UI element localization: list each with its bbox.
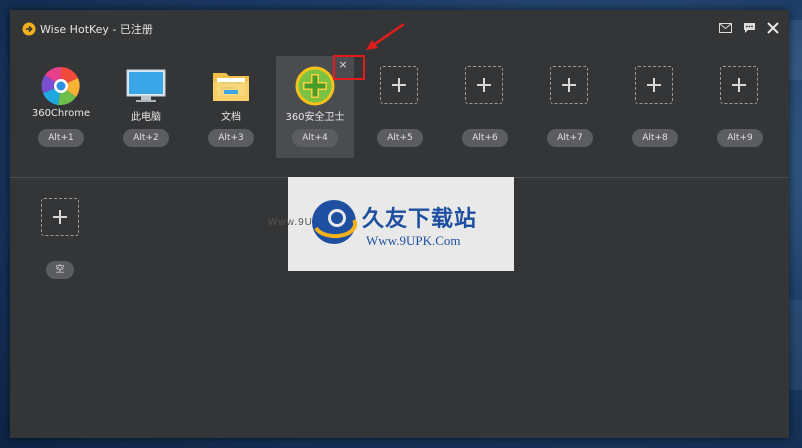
hotkey-slot-9[interactable]: Alt+9 <box>701 56 779 158</box>
add-app-button[interactable] <box>465 66 503 104</box>
plus-icon <box>647 78 661 92</box>
plus-icon <box>732 78 746 92</box>
watermark-logo-icon <box>312 200 358 244</box>
hotkey-badge[interactable]: Alt+8 <box>632 129 678 147</box>
hotkey-slot-5[interactable]: Alt+5 <box>361 56 439 158</box>
hotkey-badge[interactable]: Alt+3 <box>208 129 254 147</box>
hotkey-slot-unassigned[interactable]: 空 <box>22 188 100 288</box>
slot-name: 文档 <box>221 112 241 123</box>
mail-button[interactable] <box>717 20 733 36</box>
add-app-button[interactable] <box>720 66 758 104</box>
hotkey-slot-8[interactable]: Alt+8 <box>616 56 694 158</box>
hotkey-slot-6[interactable]: Alt+6 <box>446 56 524 158</box>
hotkey-row: 360Chrome Alt+1 此电脑 Alt+2 文档 Alt+3 × 360… <box>22 56 782 160</box>
app-logo-icon <box>22 22 36 36</box>
chrome-360-icon <box>41 66 81 106</box>
hotkey-badge[interactable]: Alt+5 <box>377 129 423 147</box>
hotkey-slot-3[interactable]: 文档 Alt+3 <box>192 56 270 158</box>
add-app-button[interactable] <box>41 198 79 236</box>
hotkey-badge[interactable]: Alt+2 <box>123 129 169 147</box>
annotation-highlight-box <box>333 55 365 80</box>
security-guard-icon <box>295 66 335 106</box>
chat-bubble-icon <box>743 23 755 33</box>
annotation-arrow-icon <box>366 22 405 50</box>
add-app-button[interactable] <box>635 66 673 104</box>
feedback-button[interactable] <box>741 20 757 36</box>
close-icon <box>767 22 779 34</box>
hotkey-badge[interactable]: Alt+9 <box>717 129 763 147</box>
hotkey-badge[interactable]: Alt+6 <box>462 129 508 147</box>
plus-icon <box>477 78 491 92</box>
hotkey-badge[interactable]: 空 <box>46 261 74 279</box>
monitor-icon <box>126 66 166 106</box>
watermark-url: Www.9UPK.Com <box>366 233 461 248</box>
add-app-button[interactable] <box>380 66 418 104</box>
watermark-brand: 久友下载站 <box>362 207 478 232</box>
hotkey-badge[interactable]: Alt+1 <box>38 129 84 147</box>
window-title: Wise HotKey - 已注册 <box>40 23 153 36</box>
hotkey-slot-2[interactable]: 此电脑 Alt+2 <box>107 56 185 158</box>
hotkey-slot-7[interactable]: Alt+7 <box>531 56 609 158</box>
add-app-button[interactable] <box>550 66 588 104</box>
mail-icon <box>718 23 732 33</box>
hotkey-badge[interactable]: Alt+4 <box>292 129 338 147</box>
close-button[interactable] <box>765 20 781 36</box>
slot-name: 360Chrome <box>31 108 91 119</box>
slot-name: 此电脑 <box>131 112 161 123</box>
plus-icon <box>392 78 406 92</box>
app-window: Wise HotKey - 已注册 360Chrome Alt+1 此电脑 Al… <box>10 10 789 438</box>
folder-icon <box>211 66 251 106</box>
plus-icon <box>562 78 576 92</box>
plus-icon <box>53 210 67 224</box>
hotkey-slot-1[interactable]: 360Chrome Alt+1 <box>22 56 100 158</box>
slot-name: 360安全卫士 <box>285 112 345 123</box>
watermark-overlay: Www.9UPK.Com 久友下载站 Www.9UPK.Com <box>268 177 514 271</box>
hotkey-badge[interactable]: Alt+7 <box>547 129 593 147</box>
